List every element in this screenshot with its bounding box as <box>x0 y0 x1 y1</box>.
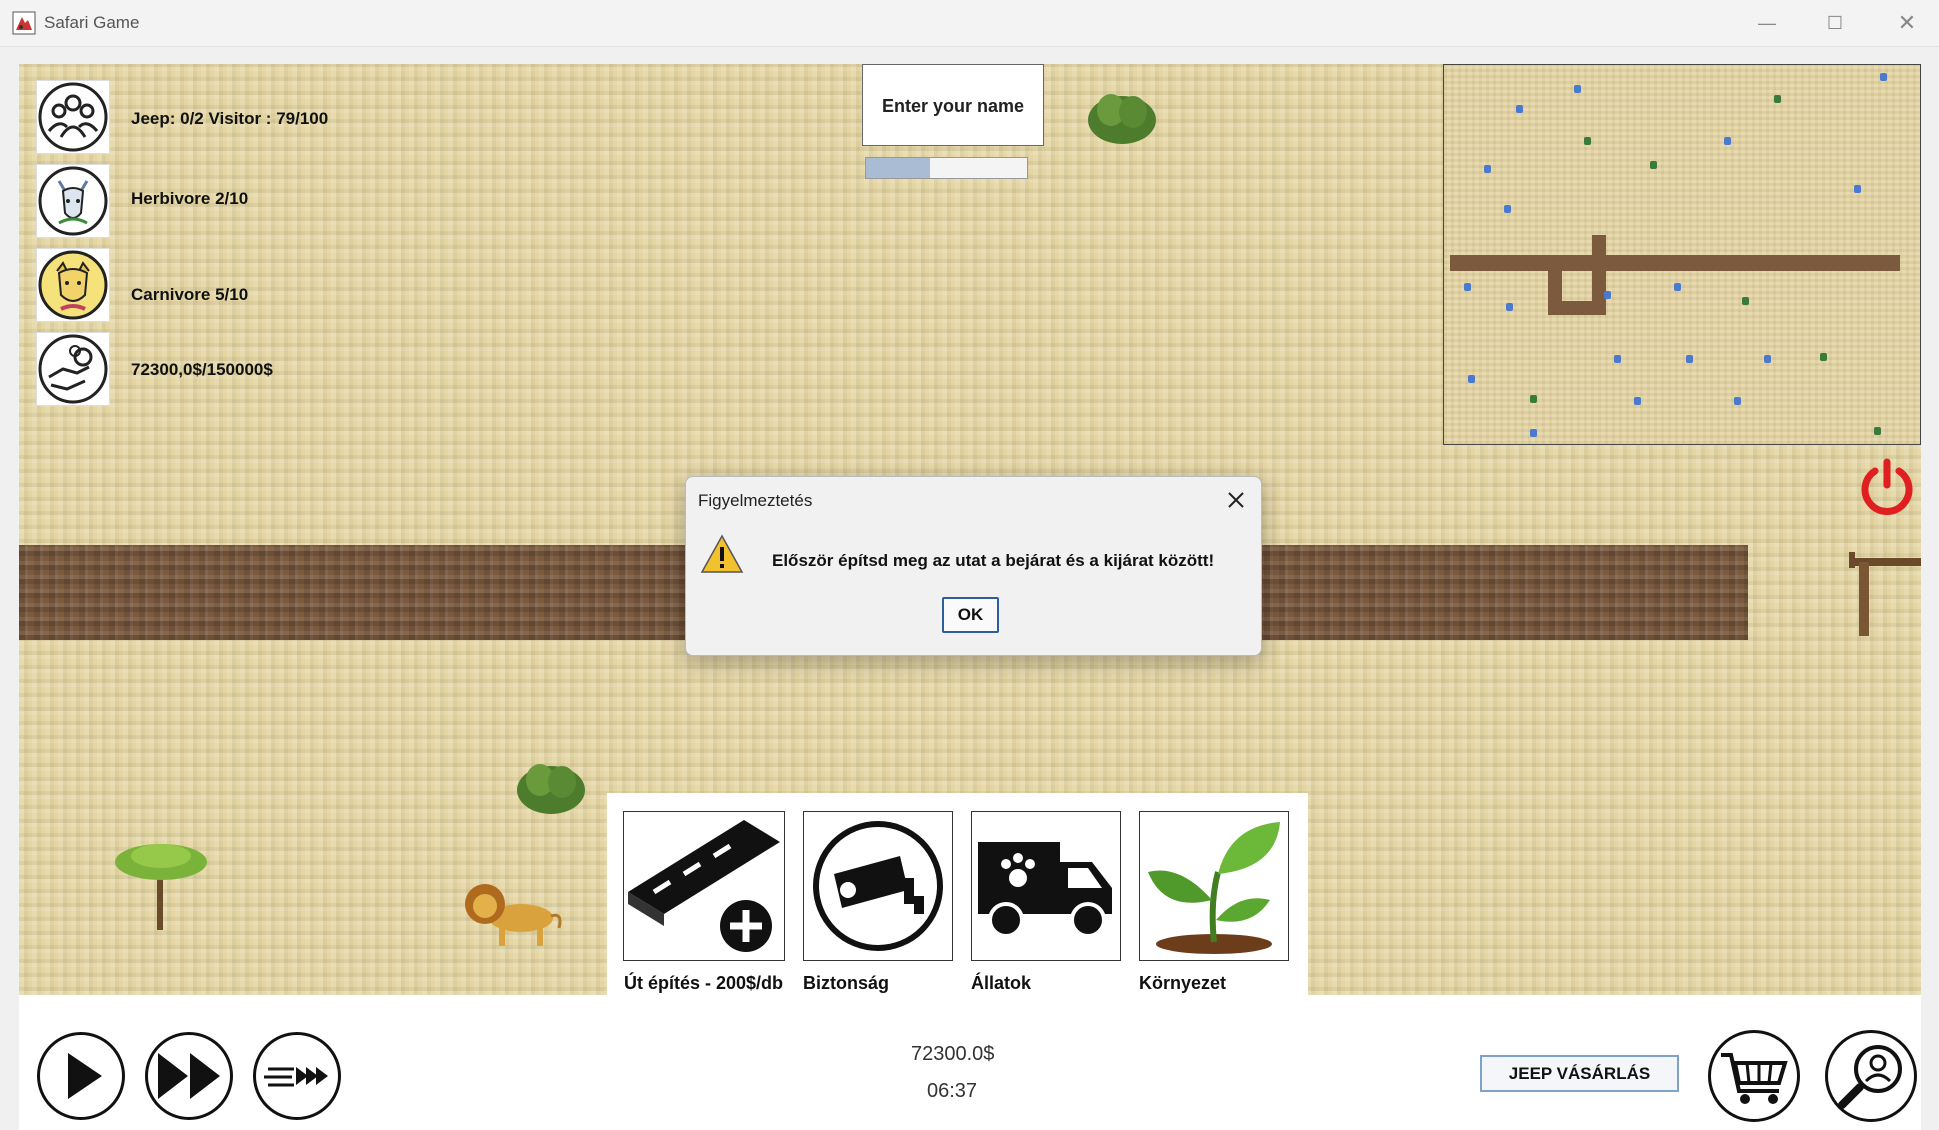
minimap-animal <box>1484 165 1491 173</box>
app-icon <box>12 11 36 35</box>
name-input[interactable]: Enter your name <box>862 64 1044 146</box>
buy-jeep-button[interactable]: JEEP VÁSÁRLÁS <box>1480 1055 1679 1092</box>
dialog-ok-button[interactable]: OK <box>942 597 999 633</box>
window-close-button[interactable]: ✕ <box>1884 8 1930 38</box>
herbivore-stat: Herbivore 2/10 <box>131 189 249 208</box>
minimap-animal <box>1574 85 1581 93</box>
warning-dialog: Figyelmeztetés Először építsd meg az uta… <box>685 476 1262 656</box>
security-card[interactable] <box>803 811 953 961</box>
play-button[interactable] <box>37 1032 125 1120</box>
minimap-animal <box>1506 303 1513 311</box>
animal-truck-icon <box>978 842 1112 938</box>
road-build-icon <box>628 820 780 956</box>
animals-label: Állatok <box>971 973 1032 993</box>
minimap-animal <box>1468 375 1475 383</box>
visitors-icon <box>36 80 110 154</box>
bottom-toolbar: 72300.0$ 06:37 JEEP VÁSÁRLÁS <box>19 995 1921 1130</box>
minimap-animal <box>1774 95 1781 103</box>
minimap-road <box>1450 255 1900 271</box>
animals-card[interactable] <box>971 811 1121 961</box>
minimap[interactable] <box>1443 64 1921 445</box>
fast-forward-icon <box>158 1053 220 1099</box>
dialog-close-icon[interactable] <box>1221 485 1251 515</box>
fastest-speed-button[interactable] <box>253 1032 341 1120</box>
maximize-button[interactable]: ☐ <box>1812 8 1858 38</box>
fastest-speed-icon <box>264 1067 328 1087</box>
bush-icon <box>1088 94 1156 144</box>
minimap-animal <box>1516 105 1523 113</box>
profile-search-button[interactable] <box>1825 1030 1917 1122</box>
minimap-road <box>1592 235 1606 315</box>
fast-forward-button[interactable] <box>145 1032 233 1120</box>
minimap-animal <box>1530 429 1537 437</box>
road-build-card[interactable] <box>623 811 785 961</box>
window-title: Safari Game <box>44 13 140 32</box>
warning-icon <box>700 534 744 573</box>
user-search-icon <box>1838 1045 1902 1109</box>
dialog-title: Figyelmeztetés <box>698 491 813 510</box>
visitors-stat: Jeep: 0/2 Visitor : 79/100 <box>131 109 329 128</box>
minimap-animal <box>1854 185 1861 193</box>
minimap-animal <box>1820 353 1827 361</box>
minimap-animal <box>1742 297 1749 305</box>
money-stat: 72300,0$/150000$ <box>131 360 273 379</box>
game-clock: 06:37 <box>927 1080 978 1102</box>
minimap-animal <box>1724 137 1731 145</box>
dialog-message: Először építsd meg az utat a bejárat és … <box>772 551 1215 570</box>
minimap-animal <box>1584 137 1591 145</box>
herbivore-icon <box>36 164 110 238</box>
minimize-button[interactable]: — <box>1744 8 1790 38</box>
environment-label: Környezet <box>1139 973 1227 993</box>
security-camera-icon <box>813 821 943 951</box>
minimap-animal <box>1464 283 1471 291</box>
loading-progress-bar <box>865 157 1028 179</box>
minimap-animal <box>1614 355 1621 363</box>
environment-card[interactable] <box>1139 811 1289 961</box>
minimap-animal <box>1504 205 1511 213</box>
minimap-animal <box>1880 73 1887 81</box>
power-icon[interactable] <box>1858 457 1916 515</box>
shop-button[interactable] <box>1708 1030 1800 1122</box>
minimap-animal <box>1686 355 1693 363</box>
exit-gate-icon <box>1849 552 1921 636</box>
money-icon <box>36 332 110 406</box>
play-icon <box>68 1053 102 1099</box>
minimap-road <box>1548 301 1598 315</box>
acacia-tree-icon <box>115 844 207 930</box>
minimap-animal <box>1530 395 1537 403</box>
lion-icon <box>465 884 562 946</box>
minimap-animal <box>1874 427 1881 435</box>
minimap-animal <box>1634 397 1641 405</box>
bush-icon <box>517 764 585 814</box>
current-money: 72300.0$ <box>911 1043 995 1065</box>
minimap-animal <box>1604 291 1611 299</box>
plant-icon <box>1148 822 1280 954</box>
minimap-animal <box>1650 161 1657 169</box>
window-titlebar: Safari Game — ☐ ✕ <box>0 0 1939 47</box>
minimap-animal <box>1734 397 1741 405</box>
security-label: Biztonság <box>803 973 890 993</box>
progress-fill <box>866 158 931 178</box>
minimap-animal <box>1674 283 1681 291</box>
build-menu: Út építés - 200$/db Biztonság Állatok Kö… <box>607 793 1308 995</box>
road-build-label: Út építés - 200$/db <box>624 973 784 993</box>
carnivore-stat: Carnivore 5/10 <box>131 285 249 304</box>
carnivore-icon <box>36 248 110 322</box>
shopping-cart-icon <box>1721 1053 1788 1104</box>
minimap-animal <box>1764 355 1771 363</box>
